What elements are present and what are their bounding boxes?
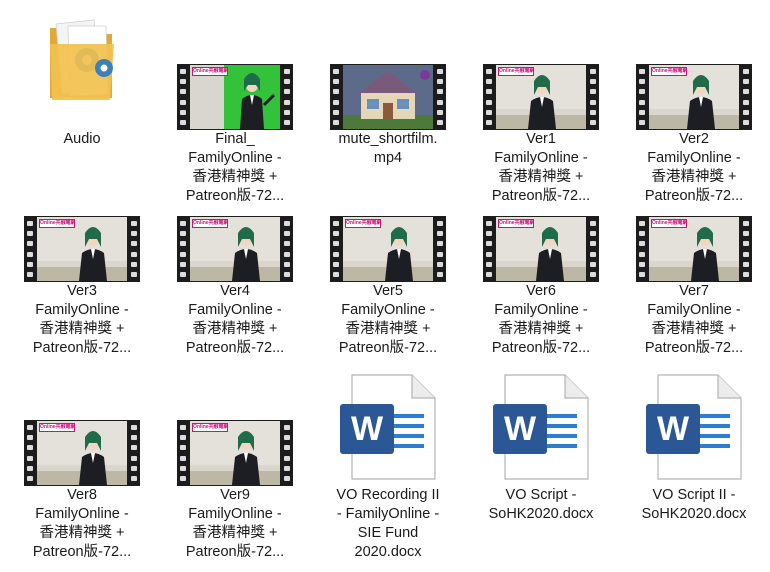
video-thumbnail bbox=[330, 64, 446, 130]
file-item-video[interactable]: Online共融電網台 Ver7 FamilyOnline - 香港精神獎 + … bbox=[629, 216, 759, 362]
file-name: Ver7 FamilyOnline - 香港精神獎 + Patreon版-72.… bbox=[644, 283, 744, 356]
file-name: Ver5 FamilyOnline - 香港精神獎 + Patreon版-72.… bbox=[338, 283, 438, 356]
file-item-video[interactable]: Online共融電網台 Ver9 FamilyOnline - 香港精神獎 + … bbox=[170, 370, 300, 568]
file-name: Ver6 FamilyOnline - 香港精神獎 + Patreon版-72.… bbox=[491, 283, 591, 356]
folder-icon bbox=[42, 18, 122, 113]
file-name: Ver2 FamilyOnline - 香港精神獎 + Patreon版-72.… bbox=[644, 131, 744, 204]
svg-text:W: W bbox=[504, 410, 537, 448]
file-name: VO Script II - SoHK2020.docx bbox=[641, 487, 747, 522]
video-thumbnail: Online共融電網台 bbox=[177, 216, 293, 282]
word-document-icon: W bbox=[644, 374, 744, 485]
file-name: Ver3 FamilyOnline - 香港精神獎 + Patreon版-72.… bbox=[32, 283, 132, 356]
file-item-docx[interactable]: W VO Script - SoHK2020.docx bbox=[476, 370, 606, 530]
file-item-video[interactable]: Online共融電網台 Ver3 FamilyOnline - 香港精神獎 + … bbox=[17, 216, 147, 362]
file-name: Audio bbox=[63, 131, 101, 147]
file-name: Ver1 FamilyOnline - 香港精神獎 + Patreon版-72.… bbox=[491, 131, 591, 204]
file-item-video[interactable]: Online共融電網台 Ver4 FamilyOnline - 香港精神獎 + … bbox=[170, 216, 300, 362]
file-item-docx[interactable]: W VO Recording II - FamilyOnline - SIE F… bbox=[323, 370, 453, 568]
video-thumbnail: Online共融電網台 bbox=[636, 64, 752, 130]
word-document-icon: W bbox=[491, 374, 591, 485]
video-thumbnail: Online共融電網台 bbox=[24, 216, 140, 282]
file-item-video[interactable]: Online共融電網台 Final_ FamilyOnline - 香港精神獎 … bbox=[170, 10, 300, 210]
file-name: Final_ FamilyOnline - 香港精神獎 + Patreon版-7… bbox=[185, 131, 285, 204]
file-item-video[interactable]: Online共融電網台 Ver5 FamilyOnline - 香港精神獎 + … bbox=[323, 216, 453, 362]
video-thumbnail: Online共融電網台 bbox=[330, 216, 446, 282]
file-name: Ver9 FamilyOnline - 香港精神獎 + Patreon版-72.… bbox=[185, 487, 285, 560]
video-thumbnail: Online共融電網台 bbox=[177, 420, 293, 486]
svg-text:W: W bbox=[351, 410, 384, 448]
video-thumbnail: Online共融電網台 bbox=[483, 216, 599, 282]
file-item-docx[interactable]: W VO Script II - SoHK2020.docx bbox=[629, 370, 759, 530]
video-thumbnail: Online共融電網台 bbox=[636, 216, 752, 282]
svg-text:W: W bbox=[657, 410, 690, 448]
video-thumbnail: Online共融電網台 bbox=[483, 64, 599, 130]
video-thumbnail: Online共融電網台 bbox=[24, 420, 140, 486]
file-name: Ver4 FamilyOnline - 香港精神獎 + Patreon版-72.… bbox=[185, 283, 285, 356]
file-item-video[interactable]: Online共融電網台 Ver1 FamilyOnline - 香港精神獎 + … bbox=[476, 10, 606, 210]
file-item-video[interactable]: Online共融電網台 Ver6 FamilyOnline - 香港精神獎 + … bbox=[476, 216, 606, 362]
file-name: VO Recording II - FamilyOnline - SIE Fun… bbox=[336, 487, 440, 560]
file-name: Ver8 FamilyOnline - 香港精神獎 + Patreon版-72.… bbox=[32, 487, 132, 560]
file-item-video[interactable]: Online共融電網台 Ver8 FamilyOnline - 香港精神獎 + … bbox=[17, 370, 147, 568]
file-item-video[interactable]: mute_shortfilm. mp4 bbox=[323, 10, 453, 170]
file-item-video[interactable]: Online共融電網台 Ver2 FamilyOnline - 香港精神獎 + … bbox=[629, 10, 759, 210]
file-name: VO Script - SoHK2020.docx bbox=[488, 487, 594, 522]
video-thumbnail: Online共融電網台 bbox=[177, 64, 293, 130]
file-item-audio-folder[interactable]: Audio bbox=[17, 10, 147, 160]
word-document-icon: W bbox=[338, 374, 438, 485]
file-name: mute_shortfilm. mp4 bbox=[338, 131, 438, 166]
